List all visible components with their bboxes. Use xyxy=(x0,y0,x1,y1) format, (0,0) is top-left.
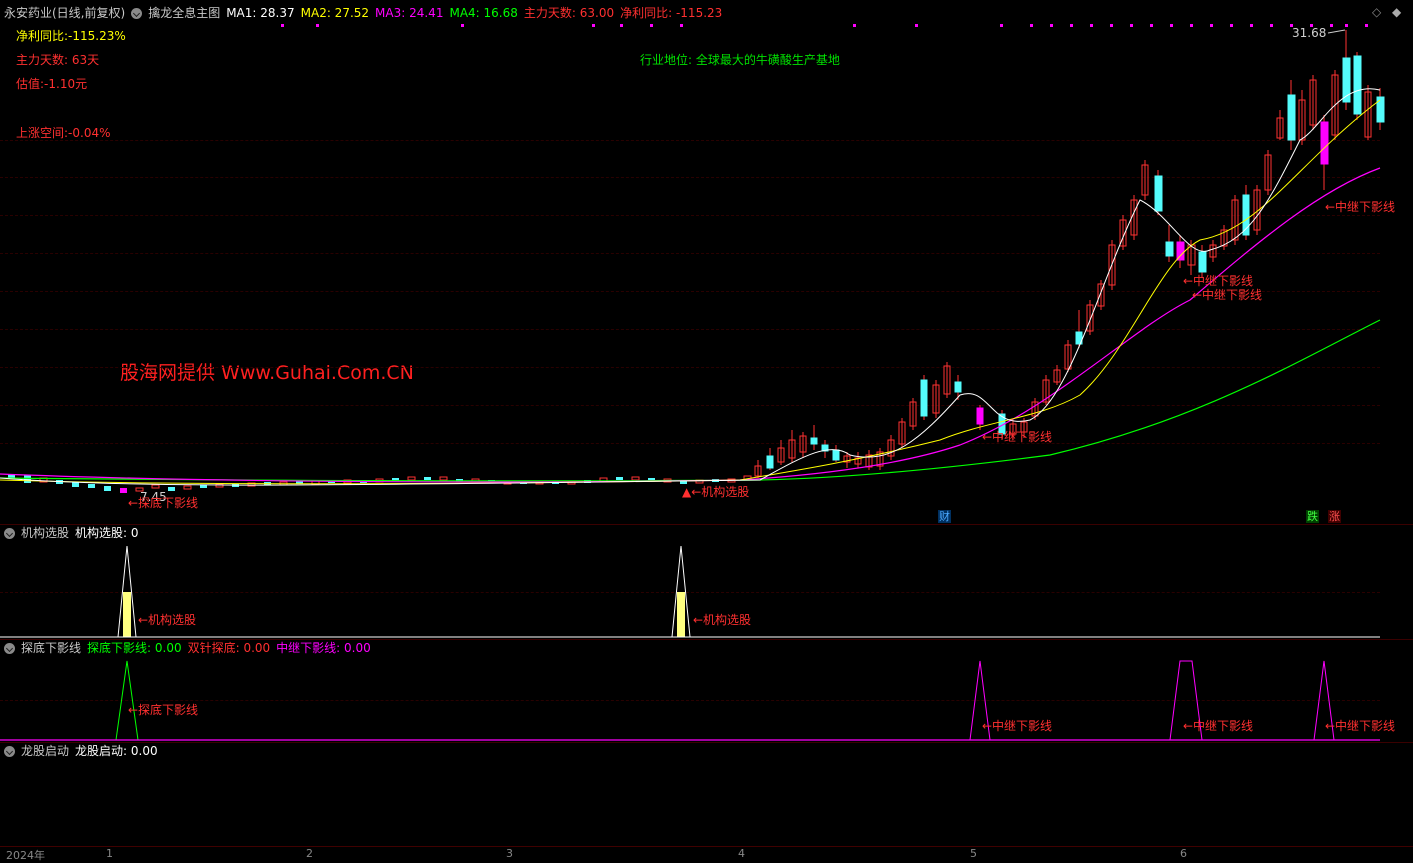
grid-line xyxy=(0,592,1380,593)
time-axis-label: 1 xyxy=(106,847,113,860)
inst-pick-panel-header: 机构选股 机构选股: 0 xyxy=(0,524,139,542)
rally-candles xyxy=(754,30,1385,478)
mid-shadow-label-1: ←中继下影线 xyxy=(982,719,1053,733)
ma4-line xyxy=(0,319,1381,482)
high-pointer xyxy=(1327,29,1346,34)
badge-down[interactable]: 跌 xyxy=(1306,510,1319,523)
time-axis-label: 4 xyxy=(738,847,745,860)
mid-shadow-value: 中继下影线: 0.00 xyxy=(276,641,371,655)
double-needle-value: 双针探底: 0.00 xyxy=(187,641,271,655)
dragon-panel-header: 龙股启动 龙股启动: 0.00 xyxy=(0,742,158,760)
bottom-shadow-value: 探底下影线: 0.00 xyxy=(87,641,182,655)
bottom-shadow-panel-name[interactable]: 探底下影线 xyxy=(21,639,81,657)
dragon-panel-value: 龙股启动: 0.00 xyxy=(75,744,158,758)
inst-pick-label-2: ←机构选股 xyxy=(693,613,752,627)
annotation-bottom-lower-shadow: ←探底下影线 xyxy=(128,496,199,510)
time-axis-label: 2 xyxy=(306,847,313,860)
time-axis-label-year: 2024年 xyxy=(6,849,45,862)
annotation-lower-shadow-1: ←中继下影线 xyxy=(982,430,1053,444)
time-axis-label: 5 xyxy=(970,847,977,860)
panel-separator xyxy=(0,524,1413,525)
inst-pick-label-1: ←机构选股 xyxy=(138,613,197,627)
annotation-inst-pick: ▲←机构选股 xyxy=(682,485,750,499)
ma1-line xyxy=(0,88,1381,486)
top-signal-dots xyxy=(281,24,1368,27)
grid-line xyxy=(0,700,1380,701)
panel-separator xyxy=(0,742,1413,743)
bottom-shadow-panel-header: 探底下影线 探底下影线: 0.00 双针探底: 0.00 中继下影线: 0.00 xyxy=(0,639,371,657)
panel-dropdown-icon[interactable] xyxy=(4,642,15,654)
panel-dropdown-icon[interactable] xyxy=(4,745,15,757)
high-price-label: 31.68 xyxy=(1292,26,1327,40)
time-axis-line xyxy=(0,846,1413,847)
inst-pick-panel-name[interactable]: 机构选股 xyxy=(21,524,69,542)
mid-shadow-label-2: ←中继下影线 xyxy=(1183,719,1254,733)
candlestick-chart[interactable] xyxy=(0,0,1413,525)
inst-pick-panel-value: 机构选股: 0 xyxy=(75,526,139,540)
ma3-line xyxy=(0,167,1381,483)
bottom-shadow-label: ←探底下影线 xyxy=(128,703,199,717)
panel-dropdown-icon[interactable] xyxy=(4,527,15,539)
dragon-panel-name[interactable]: 龙股启动 xyxy=(21,742,69,760)
time-axis-label: 3 xyxy=(506,847,513,860)
badge-up[interactable]: 涨 xyxy=(1328,510,1341,523)
time-axis-label: 6 xyxy=(1180,847,1187,860)
mid-shadow-label-3: ←中继下影线 xyxy=(1325,719,1396,733)
annotation-lower-shadow-4: ←中继下影线 xyxy=(1325,200,1396,214)
annotation-lower-shadow-3: ←中继下影线 xyxy=(1192,288,1263,302)
ma2-line xyxy=(0,99,1381,485)
badge-finance[interactable]: 财 xyxy=(938,510,951,523)
